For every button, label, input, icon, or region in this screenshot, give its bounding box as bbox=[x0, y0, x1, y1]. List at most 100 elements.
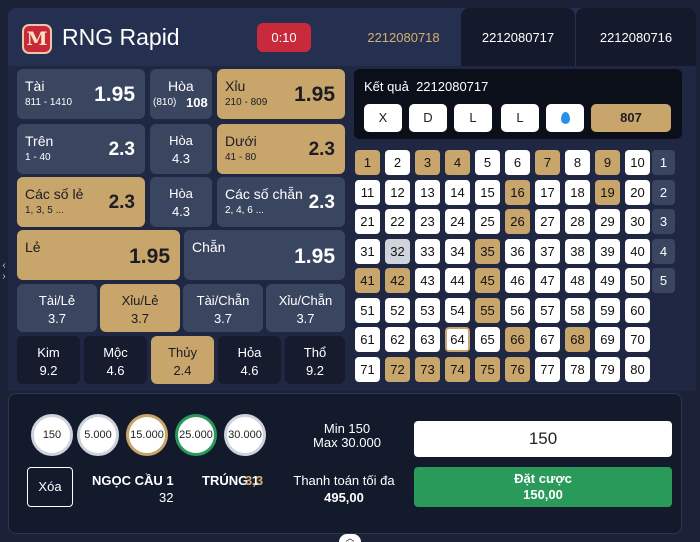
expand-handle-icon[interactable]: ︿ bbox=[339, 534, 361, 542]
bet-kim[interactable]: Kim 9.2 bbox=[17, 336, 80, 384]
number-cell-20[interactable]: 20 bbox=[625, 179, 650, 205]
number-cell-19[interactable]: 19 bbox=[595, 179, 620, 205]
number-cell-47[interactable]: 47 bbox=[535, 268, 560, 293]
number-cell-66[interactable]: 66 bbox=[505, 327, 530, 352]
number-cell-58[interactable]: 58 bbox=[565, 297, 590, 323]
number-cell-71[interactable]: 71 bbox=[355, 356, 380, 382]
number-cell-70[interactable]: 70 bbox=[625, 327, 650, 352]
number-cell-42[interactable]: 42 bbox=[385, 268, 410, 293]
bet-tai-chan[interactable]: Tài/Chẵn 3.7 bbox=[183, 284, 263, 332]
bet-moc[interactable]: Mộc 4.6 bbox=[84, 336, 147, 384]
bet-duoi[interactable]: Dưới 41 - 80 2.3 bbox=[217, 124, 345, 174]
number-cell-55[interactable]: 55 bbox=[475, 297, 500, 323]
number-cell-68[interactable]: 68 bbox=[565, 327, 590, 352]
row-button-4[interactable]: 4 bbox=[652, 238, 675, 264]
bet-tho[interactable]: Thổ 9.2 bbox=[285, 336, 345, 384]
tab-round-previous[interactable]: 2212080717 bbox=[461, 8, 575, 66]
row-button-5[interactable]: 5 bbox=[652, 268, 675, 293]
bet-amount-input[interactable]: 150 bbox=[414, 421, 672, 457]
number-cell-7[interactable]: 7 bbox=[535, 150, 560, 175]
number-cell-33[interactable]: 33 bbox=[415, 238, 440, 264]
bet-xiu-le[interactable]: Xỉu/Lẻ 3.7 bbox=[100, 284, 180, 332]
number-cell-12[interactable]: 12 bbox=[385, 179, 410, 205]
place-bet-button[interactable]: Đặt cược 150,00 bbox=[414, 467, 672, 507]
number-cell-59[interactable]: 59 bbox=[595, 297, 620, 323]
collapse-arrows-icon[interactable]: ‹ › bbox=[0, 260, 8, 282]
number-cell-44[interactable]: 44 bbox=[445, 268, 470, 293]
number-cell-52[interactable]: 52 bbox=[385, 297, 410, 323]
number-cell-32[interactable]: 32 bbox=[385, 238, 410, 264]
bet-chan[interactable]: Chẵn 1.95 bbox=[184, 230, 345, 280]
bet-hoa-tren-duoi[interactable]: Hòa 4.3 bbox=[150, 124, 212, 174]
number-cell-56[interactable]: 56 bbox=[505, 297, 530, 323]
number-cell-29[interactable]: 29 bbox=[595, 209, 620, 234]
number-cell-78[interactable]: 78 bbox=[565, 356, 590, 382]
row-button-1[interactable]: 1 bbox=[652, 150, 675, 175]
number-cell-3[interactable]: 3 bbox=[415, 150, 440, 175]
number-cell-67[interactable]: 67 bbox=[535, 327, 560, 352]
number-cell-9[interactable]: 9 bbox=[595, 150, 620, 175]
number-cell-80[interactable]: 80 bbox=[625, 356, 650, 382]
bet-tai[interactable]: Tài 811 - 1410 1.95 bbox=[17, 69, 145, 119]
chip-5000[interactable]: 5.000 bbox=[77, 414, 119, 456]
number-cell-37[interactable]: 37 bbox=[535, 238, 560, 264]
number-cell-54[interactable]: 54 bbox=[445, 297, 470, 323]
number-cell-16[interactable]: 16 bbox=[505, 179, 530, 205]
row-button-2[interactable]: 2 bbox=[652, 179, 675, 205]
bet-cac-so-le[interactable]: Các số lẻ 1, 3, 5 ... 2.3 bbox=[17, 177, 145, 227]
bet-cac-so-chan[interactable]: Các số chẵn 2, 4, 6 ... 2.3 bbox=[217, 177, 345, 227]
number-cell-35[interactable]: 35 bbox=[475, 238, 500, 264]
number-cell-75[interactable]: 75 bbox=[475, 356, 500, 382]
bet-xiu-chan[interactable]: Xỉu/Chẵn 3.7 bbox=[266, 284, 345, 332]
number-cell-62[interactable]: 62 bbox=[385, 327, 410, 352]
number-cell-41[interactable]: 41 bbox=[355, 268, 380, 293]
number-cell-36[interactable]: 36 bbox=[505, 238, 530, 264]
bet-tai-le[interactable]: Tài/Lẻ 3.7 bbox=[17, 284, 97, 332]
number-cell-10[interactable]: 10 bbox=[625, 150, 650, 175]
tab-round-older[interactable]: 2212080716 bbox=[576, 8, 696, 66]
number-cell-51[interactable]: 51 bbox=[355, 297, 380, 323]
number-cell-34[interactable]: 34 bbox=[445, 238, 470, 264]
chip-150[interactable]: 150 bbox=[31, 414, 73, 456]
number-cell-46[interactable]: 46 bbox=[505, 268, 530, 293]
bet-thuy[interactable]: Thủy 2.4 bbox=[151, 336, 214, 384]
number-cell-39[interactable]: 39 bbox=[595, 238, 620, 264]
number-cell-8[interactable]: 8 bbox=[565, 150, 590, 175]
chip-15000[interactable]: 15.000 bbox=[126, 414, 168, 456]
bet-xiu[interactable]: Xỉu 210 - 809 1.95 bbox=[217, 69, 345, 119]
number-cell-14[interactable]: 14 bbox=[445, 179, 470, 205]
number-cell-27[interactable]: 27 bbox=[535, 209, 560, 234]
number-cell-77[interactable]: 77 bbox=[535, 356, 560, 382]
number-cell-69[interactable]: 69 bbox=[595, 327, 620, 352]
number-cell-73[interactable]: 73 bbox=[415, 356, 440, 382]
number-cell-23[interactable]: 23 bbox=[415, 209, 440, 234]
bet-tren[interactable]: Trên 1 - 40 2.3 bbox=[17, 124, 145, 174]
number-cell-65[interactable]: 65 bbox=[475, 327, 500, 352]
bet-hoa-element[interactable]: Hỏa 4.6 bbox=[218, 336, 281, 384]
number-cell-76[interactable]: 76 bbox=[505, 356, 530, 382]
chip-30000[interactable]: 30.000 bbox=[224, 414, 266, 456]
number-cell-26[interactable]: 26 bbox=[505, 209, 530, 234]
number-cell-28[interactable]: 28 bbox=[565, 209, 590, 234]
number-cell-53[interactable]: 53 bbox=[415, 297, 440, 323]
number-cell-25[interactable]: 25 bbox=[475, 209, 500, 234]
number-cell-11[interactable]: 11 bbox=[355, 179, 380, 205]
bet-le[interactable]: Lẻ 1.95 bbox=[17, 230, 180, 280]
number-cell-38[interactable]: 38 bbox=[565, 238, 590, 264]
clear-button[interactable]: Xóa bbox=[27, 467, 73, 507]
chip-25000[interactable]: 25.000 bbox=[175, 414, 217, 456]
number-cell-5[interactable]: 5 bbox=[475, 150, 500, 175]
number-cell-64[interactable]: 64 bbox=[445, 327, 470, 352]
number-cell-74[interactable]: 74 bbox=[445, 356, 470, 382]
bet-hoa-810[interactable]: Hòa (810) 108 bbox=[150, 69, 212, 119]
row-button-3[interactable]: 3 bbox=[652, 209, 675, 234]
number-cell-63[interactable]: 63 bbox=[415, 327, 440, 352]
number-cell-17[interactable]: 17 bbox=[535, 179, 560, 205]
number-cell-57[interactable]: 57 bbox=[535, 297, 560, 323]
number-cell-15[interactable]: 15 bbox=[475, 179, 500, 205]
number-cell-60[interactable]: 60 bbox=[625, 297, 650, 323]
number-cell-43[interactable]: 43 bbox=[415, 268, 440, 293]
number-cell-79[interactable]: 79 bbox=[595, 356, 620, 382]
number-cell-24[interactable]: 24 bbox=[445, 209, 470, 234]
number-cell-45[interactable]: 45 bbox=[475, 268, 500, 293]
